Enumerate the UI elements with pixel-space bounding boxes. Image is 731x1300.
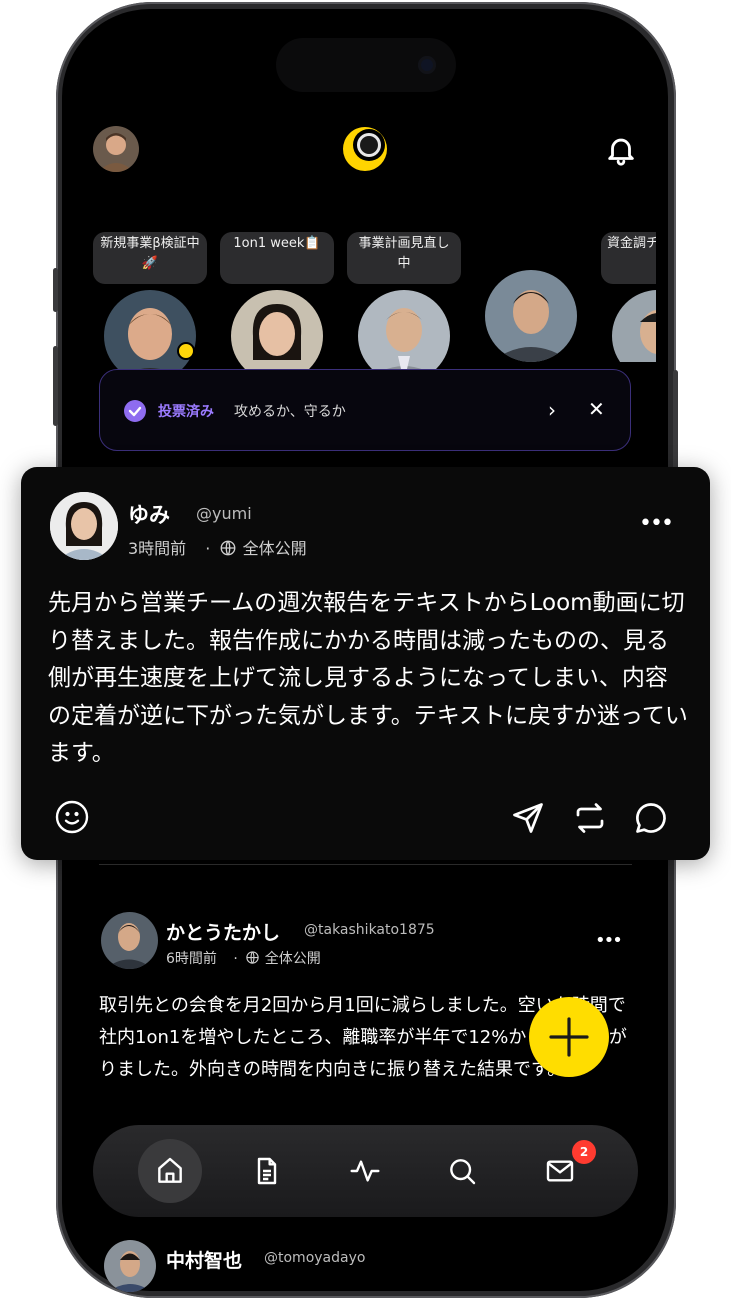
search-icon [450, 1159, 476, 1185]
dynamic-island [276, 38, 456, 92]
post-author-name[interactable]: かとうたかし [166, 918, 280, 945]
post-author-name[interactable]: ゆみ [128, 499, 170, 529]
post-author-name[interactable]: 中村智也 [166, 1246, 242, 1273]
globe-icon [221, 540, 236, 556]
home-icon [158, 1157, 182, 1183]
story-avatar [612, 290, 656, 362]
post-author-handle: @yumi [196, 504, 252, 523]
mail-icon [546, 1160, 574, 1182]
online-status-dot [177, 342, 195, 360]
story-caption: 資金調チ準 [601, 232, 656, 284]
vote-question: 攻めるか、守るか [234, 404, 346, 420]
more-options-icon[interactable]: ••• [595, 930, 623, 951]
nav-search[interactable] [430, 1139, 494, 1203]
post-avatar[interactable] [101, 912, 158, 969]
vote-banner[interactable]: 投票済み 攻めるか、守るか › ✕ [99, 369, 631, 451]
story-5[interactable]: 資金調チ準 [601, 232, 656, 362]
nav-documents[interactable] [235, 1139, 299, 1203]
nav-home[interactable] [138, 1139, 202, 1203]
check-badge-icon [124, 400, 146, 422]
story-caption: 新規事業β検証中🚀 [93, 232, 207, 284]
more-options-icon[interactable]: ••• [639, 511, 674, 536]
post-time: 3時間前 [128, 539, 187, 558]
divider [99, 864, 632, 865]
camera-icon [418, 56, 436, 74]
document-icon [257, 1157, 277, 1185]
bottom-nav [93, 1125, 638, 1217]
post-body: 先月から営業チームの週次報告をテキストからLoom動画に切り替えました。報告作成… [48, 590, 688, 766]
focused-post-card[interactable]: ゆみ @yumi 3時間前 · 全体公開 ••• 先月から営業チームの週次報告を… [21, 467, 710, 860]
post-avatar[interactable] [104, 1240, 156, 1292]
repost-icon[interactable] [572, 800, 608, 836]
post-author-handle: @tomoyadayo [264, 1250, 366, 1266]
activity-icon [350, 1160, 380, 1182]
post-avatar[interactable] [50, 492, 118, 560]
notification-bell-icon[interactable] [604, 133, 638, 167]
profile-avatar[interactable] [93, 126, 139, 172]
story-caption: 事業計画見直し中 [347, 232, 461, 284]
post-meta: 6時間前 · 全体公開 [166, 951, 321, 967]
power-button [673, 370, 678, 480]
globe-icon [246, 951, 259, 964]
post-time: 6時間前 [166, 951, 217, 967]
chevron-right-icon[interactable]: › [548, 398, 556, 422]
volume-up-button [53, 346, 58, 426]
vote-status-label: 投票済み [158, 404, 214, 420]
send-icon[interactable] [510, 800, 546, 836]
post-author-handle: @takashikato1875 [304, 922, 435, 938]
compose-button[interactable] [529, 997, 609, 1077]
nav-activity[interactable] [333, 1139, 397, 1203]
emoji-icon[interactable] [54, 799, 90, 835]
post-meta: 3時間前 · 全体公開 [128, 539, 307, 558]
story-avatar [485, 270, 577, 362]
close-icon[interactable]: ✕ [588, 397, 605, 421]
app-logo-icon[interactable] [341, 125, 389, 173]
story-caption: 1on1 week📋 [220, 232, 334, 284]
unread-badge: 2 [572, 1140, 596, 1164]
comment-icon[interactable] [633, 800, 669, 836]
post-visibility: 全体公開 [242, 539, 307, 558]
plus-icon [549, 1017, 589, 1057]
action-button [53, 268, 58, 312]
post-visibility: 全体公開 [264, 951, 321, 967]
